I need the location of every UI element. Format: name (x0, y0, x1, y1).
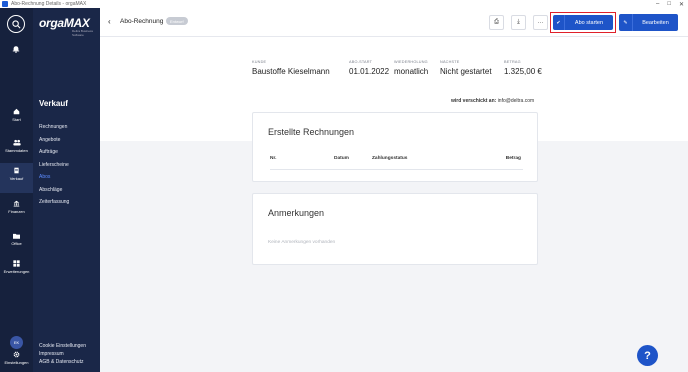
bearbeiten-label: Bearbeiten (642, 19, 669, 26)
rail-item-erweiterungen[interactable]: Erweiterungen (0, 260, 33, 274)
invoice-icon (13, 167, 21, 174)
menu-item-auftraege[interactable]: Aufträge (39, 146, 69, 159)
summary-kunde: KUNDE Baustoffe Kieselmann (252, 60, 330, 76)
rail-item-finanzen[interactable]: Finanzen (0, 200, 33, 214)
rail-item-verkauf[interactable]: Verkauf (0, 163, 33, 193)
summary-wiederholung: WIEDERHOLUNG monatlich (394, 60, 429, 76)
print-button[interactable]: ⎙ (489, 15, 504, 30)
home-icon (13, 108, 21, 115)
rail-label: Einstellungen (4, 360, 29, 365)
column-zahlungsstatus[interactable]: Zahlungsstatus (372, 156, 407, 161)
sidebar-menu: orgaMAX Deltra Business Software Verkauf… (33, 8, 100, 372)
download-icon: ⤓ (517, 19, 520, 25)
column-betrag[interactable]: Betrag (506, 156, 521, 161)
summary-betrag: BETRAG 1.325,00 € (504, 60, 542, 76)
page-header: ‹ Abo-Rechnung Entwurf ⎙ ⤓ ··· ✔ Abo sta… (100, 8, 688, 37)
check-icon: ✔ (553, 15, 565, 30)
gear-icon (13, 351, 21, 358)
bearbeiten-button[interactable]: ✎ Bearbeiten (619, 14, 678, 31)
rail-label: Verkauf (9, 176, 24, 181)
logo-subtitle: Deltra Business Software (72, 29, 94, 37)
cookie-settings-link[interactable]: Cookie Einstellungen (39, 342, 86, 350)
abo-starten-button[interactable]: ✔ Abo starten (553, 15, 613, 30)
help-button[interactable]: ? (637, 345, 658, 366)
rail-label: Start (12, 117, 21, 122)
avatar[interactable]: EK (10, 336, 23, 349)
status-badge: Entwurf (166, 17, 188, 25)
menu-item-abos[interactable]: Abos (39, 171, 69, 184)
window-title: Abo-Rechnung Details - orgaMAX (11, 1, 87, 7)
rail-label: Finanzen (8, 209, 25, 214)
people-icon (12, 139, 21, 146)
rail-item-einstellungen[interactable]: Einstellungen (0, 351, 33, 365)
bell-icon[interactable] (12, 40, 20, 53)
minimize-button[interactable]: – (656, 1, 659, 8)
search-icon[interactable] (7, 15, 25, 33)
invoices-card: Erstellte Rechnungen Nr. Datum Zahlungss… (252, 112, 538, 182)
summary-abo-start: ABO-START 01.01.2022 (349, 60, 390, 76)
menu-item-angebote[interactable]: Angebote (39, 134, 69, 147)
highlight-frame: ✔ Abo starten (550, 12, 616, 33)
invoices-table-header: Nr. Datum Zahlungsstatus Betrag (270, 156, 523, 170)
abo-starten-label: Abo starten (574, 19, 604, 26)
more-button[interactable]: ··· (533, 15, 548, 30)
rail-label: Office (11, 241, 22, 246)
menu-item-abschlaege[interactable]: Abschläge (39, 184, 69, 197)
impressum-link[interactable]: Impressum (39, 350, 86, 358)
window-titlebar: Abo-Rechnung Details - orgaMAX – □ ✕ (0, 0, 688, 8)
close-window-button[interactable]: ✕ (679, 1, 684, 8)
column-nr[interactable]: Nr. (270, 156, 276, 161)
rail-label: Stammdaten (5, 148, 28, 153)
recipient-email: info@deltra.com (497, 98, 535, 104)
menu-footer: Cookie Einstellungen Impressum AGB & Dat… (39, 342, 86, 366)
summary-naechste: NÄCHSTE Nicht gestartet (440, 60, 492, 76)
menu-list: Rechnungen Angebote Aufträge Lieferschei… (39, 121, 69, 209)
menu-item-rechnungen[interactable]: Rechnungen (39, 121, 69, 134)
maximize-button[interactable]: □ (667, 1, 671, 8)
menu-item-lieferscheine[interactable]: Lieferscheine (39, 159, 69, 172)
recipient-line: wird verschickt an: info@deltra.com (451, 98, 535, 104)
column-datum[interactable]: Datum (334, 156, 349, 161)
back-icon[interactable]: ‹ (108, 17, 111, 26)
download-button[interactable]: ⤓ (511, 15, 526, 30)
rail-item-office[interactable]: Office (0, 232, 33, 246)
folder-icon (13, 232, 21, 239)
notes-title: Anmerkungen (268, 208, 325, 218)
menu-section-title: Verkauf (39, 99, 68, 108)
notes-card: Anmerkungen Keine Anmerkungen vorhanden (252, 193, 538, 265)
page-title: Abo-Rechnung (120, 18, 164, 25)
rail-item-stammdaten[interactable]: Stammdaten (0, 139, 33, 153)
app-icon (2, 1, 8, 7)
grid-icon (13, 260, 21, 267)
icon-rail: Start Stammdaten Verkauf Finanzen Office… (0, 8, 33, 372)
notes-empty-text: Keine Anmerkungen vorhanden (268, 240, 336, 245)
bank-icon (13, 200, 21, 207)
rail-item-start[interactable]: Start (0, 108, 33, 122)
pencil-icon: ✎ (619, 14, 633, 31)
invoices-title: Erstellte Rechnungen (268, 127, 355, 137)
menu-item-zeiterfassung[interactable]: Zeiterfassung (39, 196, 69, 209)
orgamax-logo: orgaMAX (39, 16, 90, 30)
printer-icon: ⎙ (494, 19, 499, 25)
rail-label: Erweiterungen (3, 269, 30, 274)
agb-link[interactable]: AGB & Datenschutz (39, 358, 86, 366)
more-icon: ··· (537, 19, 544, 26)
